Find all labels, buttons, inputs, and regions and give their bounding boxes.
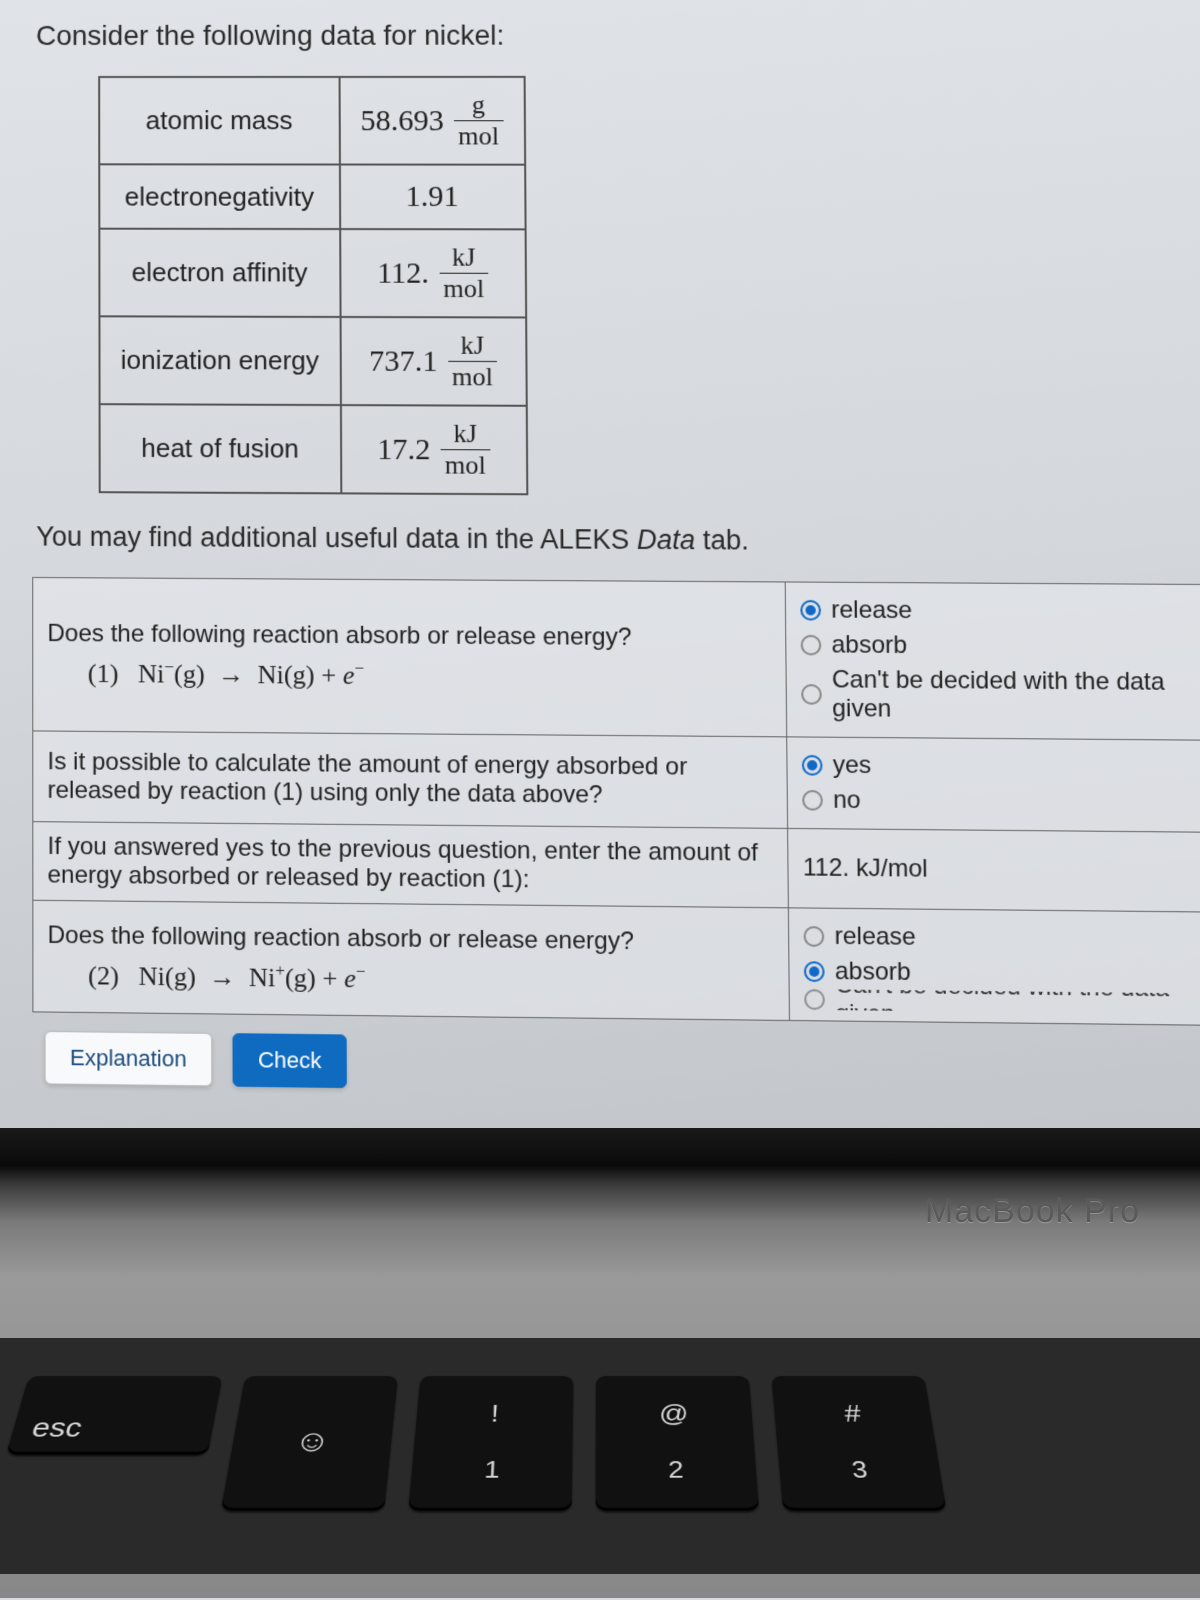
row-value-cell: 737.1 kJ mol bbox=[340, 317, 526, 406]
page-title: Consider the following data for nickel: bbox=[36, 19, 1200, 52]
question-prompt: Is it possible to calculate the amount o… bbox=[33, 731, 788, 829]
question-cell: Does the following reaction absorb or re… bbox=[33, 900, 790, 1020]
table-row: ionization energy 737.1 kJ mol bbox=[99, 316, 526, 405]
esc-key[interactable]: esc bbox=[6, 1376, 223, 1455]
table-row: heat of fusion 17.2 kJ mol bbox=[100, 404, 527, 494]
smile-icon: ☺ bbox=[291, 1424, 333, 1459]
row-value-cell: 17.2 kJ mol bbox=[341, 405, 527, 494]
explanation-button[interactable]: Explanation bbox=[45, 1031, 213, 1086]
radio-option[interactable]: absorb bbox=[804, 954, 1200, 994]
row-value: 1.91 bbox=[405, 180, 458, 214]
radio-icon bbox=[802, 790, 823, 811]
number-key-3[interactable]: # 3 bbox=[771, 1376, 946, 1511]
unit-fraction: g mol bbox=[454, 92, 503, 149]
question-prompt: Does the following reaction absorb or re… bbox=[48, 922, 774, 958]
question-table: Does the following reaction absorb or re… bbox=[32, 577, 1200, 1026]
row-value-cell: 58.693 g mol bbox=[339, 77, 525, 165]
number-key-2[interactable]: @ 2 bbox=[596, 1376, 759, 1511]
emoji-key[interactable]: ☺ bbox=[221, 1376, 398, 1511]
reaction-equation: (2) Ni(g) → Ni+(g) + e− bbox=[48, 958, 775, 999]
radio-option[interactable]: release bbox=[803, 919, 1200, 958]
table-row: electron affinity 112. kJ mol bbox=[99, 229, 525, 318]
row-value: 58.693 bbox=[360, 104, 444, 138]
table-row: atomic mass 58.693 g mol bbox=[99, 77, 525, 165]
radio-option[interactable]: no bbox=[802, 783, 1200, 822]
row-value: 17.2 bbox=[377, 432, 430, 467]
question-row: Does the following reaction absorb or re… bbox=[33, 577, 1200, 740]
radio-option[interactable]: Can't be decided with the data given bbox=[801, 663, 1200, 730]
answer-cell: release absorb Can't be decided with the… bbox=[788, 908, 1200, 1026]
table-row: electronegativity 1.91 bbox=[99, 164, 525, 229]
radio-icon bbox=[804, 989, 825, 1010]
radio-icon bbox=[801, 684, 822, 705]
screen-content: Consider the following data for nickel: … bbox=[0, 0, 1200, 1151]
answer-value[interactable]: 112. kJ/mol bbox=[788, 828, 1200, 912]
question-row: If you answered yes to the previous ques… bbox=[33, 822, 1200, 913]
row-label: heat of fusion bbox=[100, 404, 341, 493]
unit-fraction: kJ mol bbox=[448, 332, 498, 390]
radio-option[interactable]: Can't be decided with the data given bbox=[804, 989, 1200, 1014]
check-button[interactable]: Check bbox=[232, 1033, 347, 1088]
question-cell: Does the following reaction absorb or re… bbox=[33, 577, 787, 736]
row-label: electronegativity bbox=[99, 164, 340, 229]
radio-icon bbox=[802, 755, 823, 776]
button-row: Explanation Check bbox=[45, 1031, 1200, 1099]
reaction-equation: (1) Ni−(g) → Ni(g) + e− bbox=[47, 656, 771, 694]
keyboard: esc ☺ ! 1 @ 2 # 3 bbox=[0, 1338, 1200, 1574]
radio-icon bbox=[803, 926, 824, 947]
question-prompt: If you answered yes to the previous ques… bbox=[33, 822, 789, 908]
row-value-cell: 1.91 bbox=[339, 165, 525, 230]
row-value: 112. bbox=[377, 256, 429, 290]
laptop-base: MacBook Pro esc ☺ ! 1 @ 2 # 3 bbox=[0, 1128, 1200, 1598]
unit-fraction: kJ mol bbox=[440, 421, 490, 479]
row-label: atomic mass bbox=[99, 77, 339, 165]
hint-text: You may find additional useful data in t… bbox=[36, 521, 1200, 559]
question-row: Does the following reaction absorb or re… bbox=[33, 900, 1200, 1025]
row-label: electron affinity bbox=[99, 229, 340, 317]
number-key-1[interactable]: ! 1 bbox=[408, 1376, 573, 1511]
radio-option[interactable]: absorb bbox=[801, 628, 1200, 666]
row-value: 737.1 bbox=[369, 344, 438, 379]
row-value-cell: 112. kJ mol bbox=[340, 229, 526, 317]
question-row: Is it possible to calculate the amount o… bbox=[33, 731, 1200, 832]
answer-cell: release absorb Can't be decided with the… bbox=[785, 582, 1200, 740]
radio-option[interactable]: release bbox=[800, 593, 1200, 630]
nickel-data-table: atomic mass 58.693 g mol electronegativi… bbox=[98, 76, 528, 495]
row-label: ionization energy bbox=[99, 316, 340, 405]
radio-icon bbox=[804, 961, 825, 982]
radio-option[interactable]: yes bbox=[802, 748, 1200, 786]
unit-fraction: kJ mol bbox=[439, 244, 488, 302]
answer-cell: yes no bbox=[787, 737, 1200, 832]
laptop-brand-label: MacBook Pro bbox=[925, 1192, 1140, 1231]
radio-icon bbox=[800, 600, 821, 621]
question-prompt: Does the following reaction absorb or re… bbox=[47, 620, 771, 653]
radio-icon bbox=[801, 635, 822, 656]
